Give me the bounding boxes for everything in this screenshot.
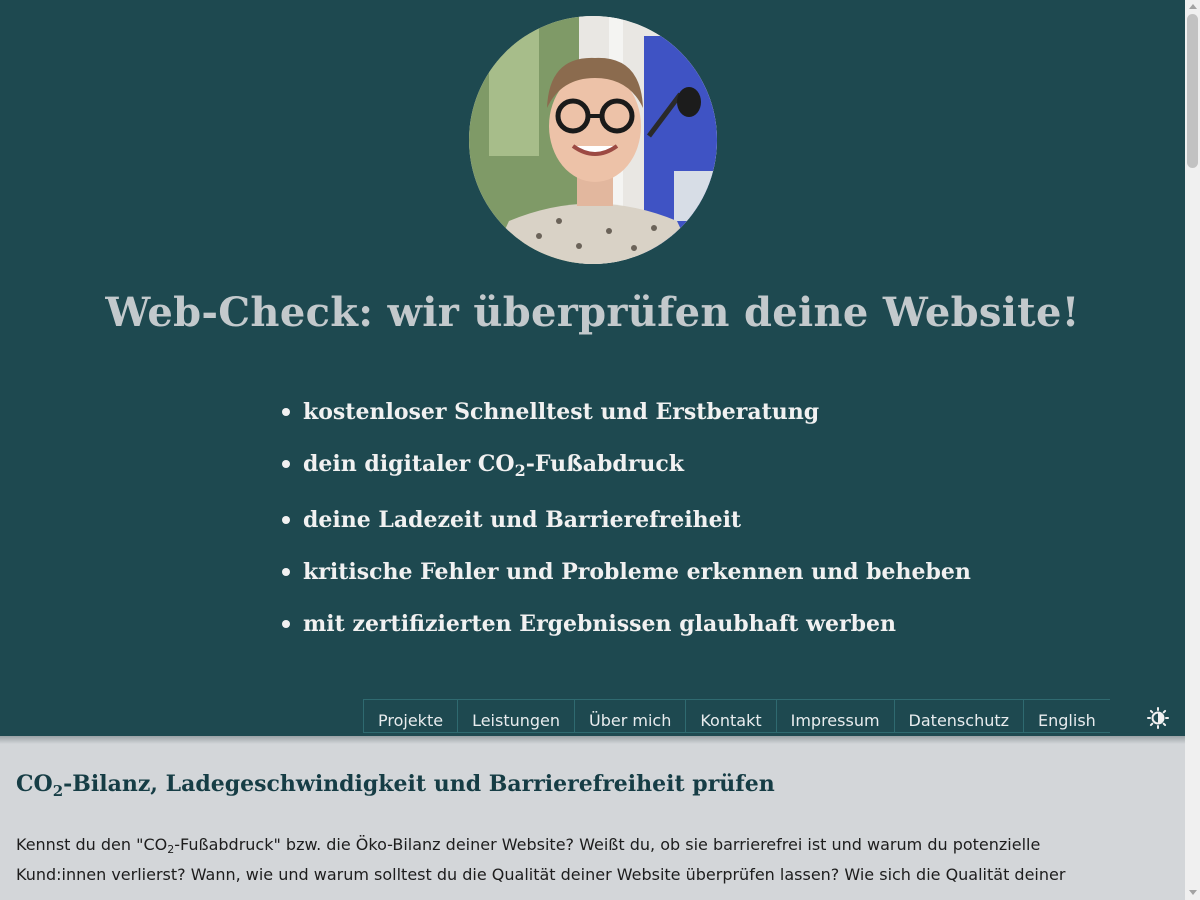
intro-paragraph: Kennst du den "CO2-Fußabdruck" bzw. die … xyxy=(16,835,1066,884)
nav-item-english[interactable]: English xyxy=(1024,700,1110,732)
nav-item-datenschutz[interactable]: Datenschutz xyxy=(895,700,1025,732)
section-heading: CO2-Bilanz, Ladegeschwindigkeit und Barr… xyxy=(16,771,775,800)
nav-item-projekte[interactable]: Projekte xyxy=(364,700,459,732)
scroll-thumb[interactable] xyxy=(1187,14,1198,168)
feature-list: kostenloser Schnelltest und Erstberatung… xyxy=(280,390,971,654)
scroll-up-arrow-icon[interactable] xyxy=(1189,4,1197,9)
feature-item: kritische Fehler und Probleme erkennen u… xyxy=(280,550,971,602)
feature-item: mit zertifizierten Ergebnissen glaubhaft… xyxy=(280,602,971,654)
avatar xyxy=(469,16,717,264)
main-navigation: Projekte Leistungen Über mich Kontakt Im… xyxy=(363,699,1110,733)
page: Web-Check: wir überprüfen deine Website!… xyxy=(0,0,1200,900)
vertical-scrollbar[interactable] xyxy=(1185,0,1200,900)
nav-item-ueber-mich[interactable]: Über mich xyxy=(575,700,687,732)
scroll-down-arrow-icon[interactable] xyxy=(1189,890,1197,895)
feature-item: kostenloser Schnelltest und Erstberatung xyxy=(280,390,971,442)
hero-title: Web-Check: wir überprüfen deine Website! xyxy=(105,289,1080,336)
hero-header: Web-Check: wir überprüfen deine Website!… xyxy=(0,0,1185,736)
nav-item-leistungen[interactable]: Leistungen xyxy=(458,700,576,732)
nav-item-kontakt[interactable]: Kontakt xyxy=(686,700,777,732)
nav-item-impressum[interactable]: Impressum xyxy=(777,700,895,732)
header-shadow xyxy=(0,736,1185,744)
feature-item: dein digitaler CO2-Fußabdruck xyxy=(280,442,971,498)
contrast-icon[interactable] xyxy=(1147,707,1169,729)
feature-item: deine Ladezeit und Barrierefreiheit xyxy=(280,498,971,550)
